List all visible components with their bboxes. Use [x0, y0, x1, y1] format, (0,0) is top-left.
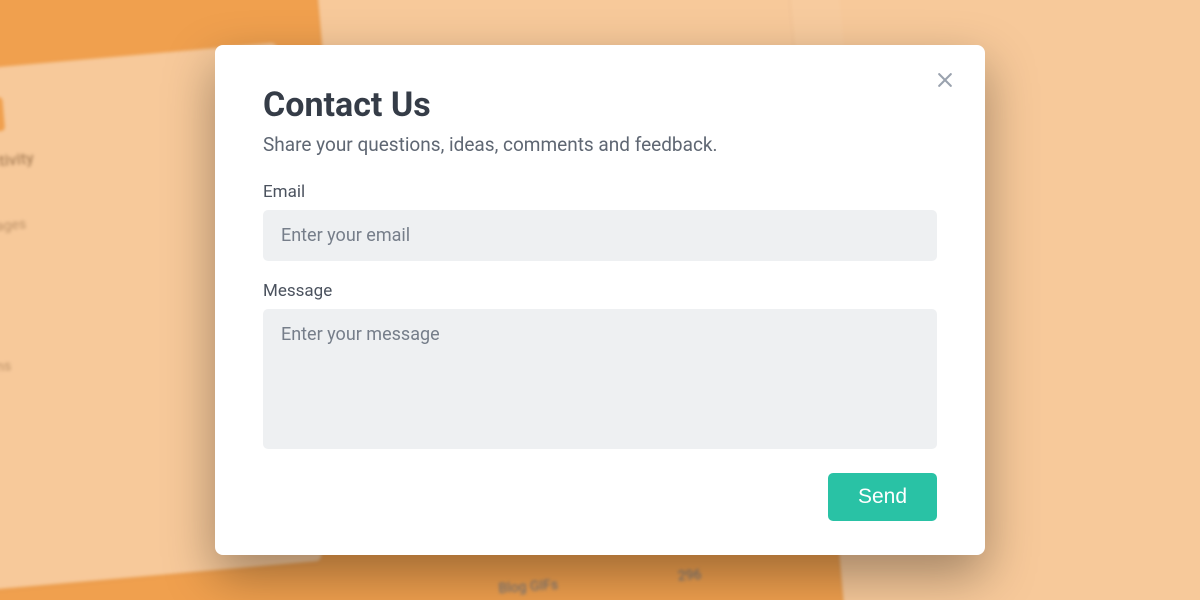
modal-title: Contact Us — [263, 85, 937, 125]
bg-number: 296 — [677, 567, 702, 585]
email-field-group: Email — [263, 182, 937, 261]
email-input[interactable] — [263, 210, 937, 261]
message-label: Message — [263, 281, 937, 301]
message-input[interactable] — [263, 309, 937, 449]
message-field-group: Message — [263, 281, 937, 453]
email-label: Email — [263, 182, 937, 202]
send-button[interactable]: Send — [828, 473, 937, 521]
modal-actions: Send — [263, 473, 937, 521]
close-icon — [935, 70, 955, 93]
close-button[interactable] — [931, 67, 959, 95]
contact-modal: Contact Us Share your questions, ideas, … — [215, 45, 985, 555]
modal-subtitle: Share your questions, ideas, comments an… — [263, 133, 937, 156]
